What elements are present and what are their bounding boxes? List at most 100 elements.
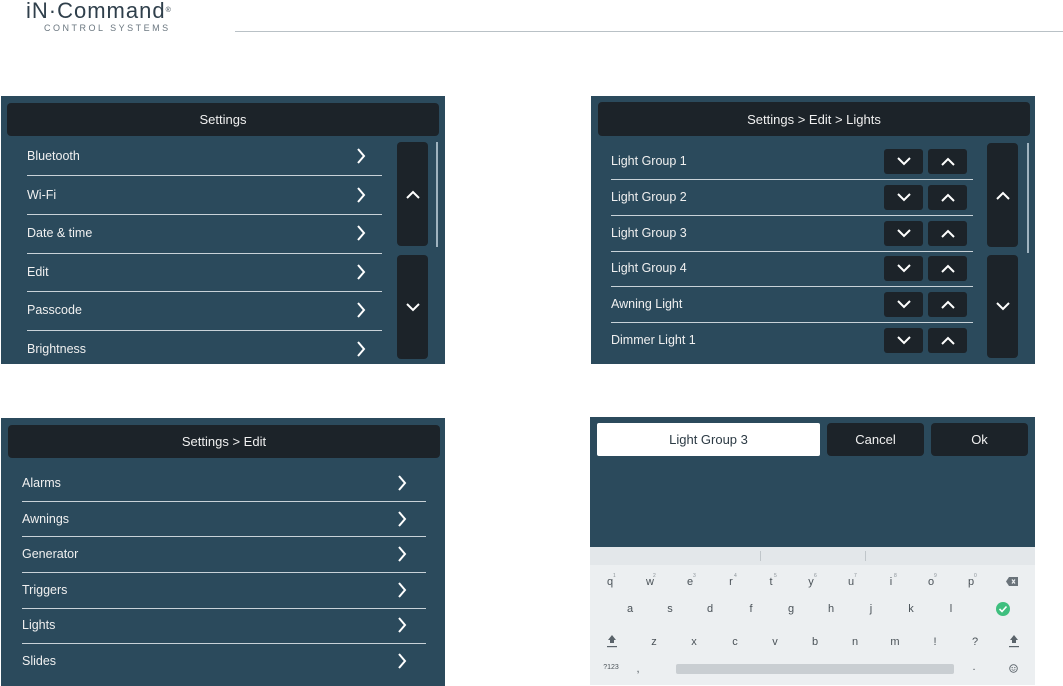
key-y[interactable]: y6 [801,573,821,588]
key-r[interactable]: r4 [721,573,741,588]
list-item[interactable]: Generator [22,544,382,564]
name-input[interactable]: Light Group 3 [597,423,820,456]
key-s[interactable]: s [660,603,680,615]
key-x[interactable]: x [684,636,704,648]
move-down-button[interactable] [884,220,923,246]
chevron-right-icon[interactable] [356,341,366,357]
lights-panel: Settings > Edit > Lights Light Group 1 Li… [591,96,1035,364]
key-n[interactable]: n [845,636,865,648]
key-k[interactable]: k [901,603,921,615]
key-u[interactable]: u7 [841,573,861,588]
move-down-button[interactable] [884,184,923,210]
list-item[interactable]: Awning Light [611,294,871,314]
shift-right-icon[interactable] [1009,634,1019,648]
chevron-up-icon [940,229,955,238]
move-up-button[interactable] [928,149,967,174]
key-a[interactable]: a [620,603,640,615]
key-e[interactable]: e3 [680,573,700,588]
scroll-up-button[interactable] [987,143,1018,247]
chevron-right-icon[interactable] [356,186,366,203]
enter-check-icon[interactable] [996,602,1010,616]
comma-key[interactable]: , [628,663,648,675]
scrollbar[interactable] [1027,143,1029,253]
scroll-down-button[interactable] [987,255,1018,358]
key-w[interactable]: w2 [640,573,660,588]
chevron-right-icon[interactable] [397,475,407,491]
move-up-button[interactable] [928,256,967,282]
chevron-up-icon [940,193,955,202]
emoji-icon[interactable] [1009,664,1018,673]
chevron-right-icon[interactable] [397,617,407,634]
key-q[interactable]: q1 [600,573,620,588]
list-item[interactable]: Lights [22,615,382,635]
list-item-label: Passcode [27,303,82,318]
chevron-right-icon[interactable] [356,302,366,319]
chevron-right-icon[interactable] [397,582,407,598]
move-up-button[interactable] [928,292,967,318]
list-item[interactable]: Triggers [22,580,382,600]
suggestion-strip[interactable] [590,547,1035,565]
key-m[interactable]: m [885,636,905,648]
list-item[interactable]: Light Group 4 [611,258,871,278]
space-bar[interactable] [676,664,954,674]
row-divider [22,607,426,609]
chevron-up-icon [995,191,1010,200]
key-c[interactable]: c [725,636,745,648]
list-item[interactable]: Alarms [22,473,382,493]
chevron-up-icon [940,336,955,345]
scroll-up-button[interactable] [397,142,428,246]
list-item[interactable]: Light Group 3 [611,223,871,243]
ok-button[interactable]: Ok [931,423,1028,456]
key-v[interactable]: v [765,636,785,648]
key-b[interactable]: b [805,636,825,648]
backspace-icon[interactable] [1006,577,1018,586]
key-o[interactable]: o9 [921,573,941,588]
key-![interactable]: ! [925,636,945,648]
key-l[interactable]: l [941,603,961,615]
row-divider [22,572,426,573]
key-i[interactable]: i8 [881,573,901,588]
list-item[interactable]: Bluetooth [27,146,367,166]
list-item[interactable]: Brightness [27,339,367,359]
key-hint: 4 [734,573,737,579]
key-j[interactable]: j [861,603,881,615]
list-item[interactable]: Dimmer Light 1 [611,330,871,350]
key-t[interactable]: t5 [761,573,781,588]
move-up-button[interactable] [928,220,967,246]
list-item[interactable]: Slides [22,651,382,671]
chevron-right-icon[interactable] [397,546,407,562]
period-key[interactable]: . [964,661,984,673]
move-down-button[interactable] [884,328,923,353]
scroll-down-button[interactable] [397,255,428,359]
list-item[interactable]: Passcode [27,300,367,320]
move-down-button[interactable] [884,292,923,318]
list-item[interactable]: Edit [27,262,367,282]
chevron-right-icon[interactable] [397,510,407,527]
keyboard-panel: Light Group 3 Cancel Ok q1 w2 e3 r4 t5 y6 u7 i8… [590,417,1035,685]
list-item[interactable]: Awnings [22,509,382,529]
move-down-button[interactable] [884,256,923,282]
scrollbar[interactable] [436,142,438,247]
list-item[interactable]: Light Group 1 [611,151,871,171]
move-up-button[interactable] [928,184,967,210]
key-f[interactable]: f [741,603,761,615]
row-divider [611,214,973,216]
move-up-button[interactable] [928,328,967,353]
chevron-right-icon[interactable] [397,653,407,669]
key-p[interactable]: p0 [961,573,981,588]
chevron-right-icon[interactable] [356,225,366,241]
key-g[interactable]: g [781,603,801,615]
key-h[interactable]: h [821,603,841,615]
shift-left-icon[interactable] [607,634,617,648]
cancel-button[interactable]: Cancel [827,423,924,456]
list-item[interactable]: Date & time [27,223,367,243]
key-d[interactable]: d [700,603,720,615]
chevron-right-icon[interactable] [356,264,366,280]
chevron-right-icon[interactable] [356,148,366,164]
key-?[interactable]: ? [965,636,985,648]
list-item[interactable]: Wi-Fi [27,185,367,205]
move-down-button[interactable] [884,149,923,174]
list-item[interactable]: Light Group 2 [611,187,871,207]
key-z[interactable]: z [644,636,664,648]
symbols-key[interactable]: ?123 [601,664,621,671]
